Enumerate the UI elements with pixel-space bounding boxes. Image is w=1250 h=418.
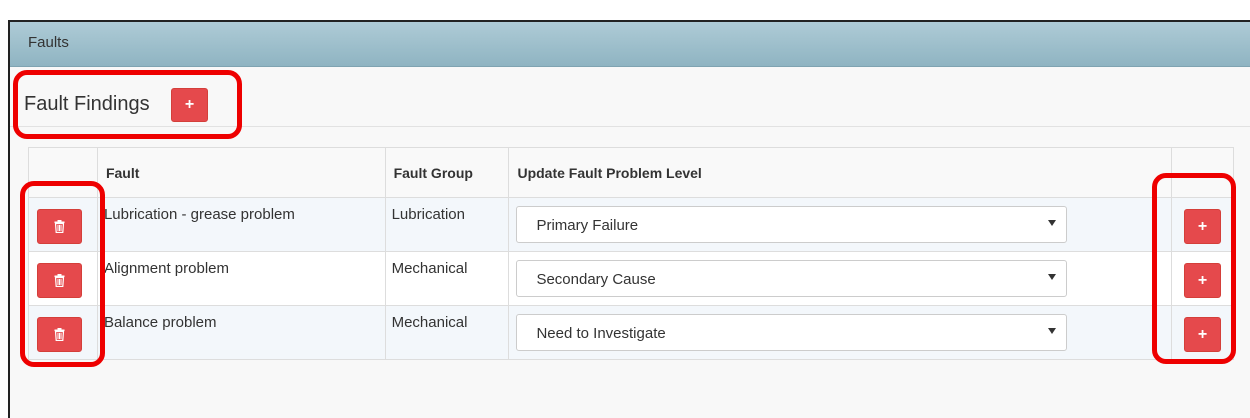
- table-row: Balance problem Mechanical Need to Inves…: [28, 305, 1234, 360]
- header-problem-level: Update Fault Problem Level: [508, 147, 1173, 198]
- problem-level-select[interactable]: Secondary Cause: [516, 260, 1068, 297]
- fault-group: Lubrication: [391, 206, 465, 223]
- table-row: Alignment problem Mechanical Secondary C…: [28, 251, 1234, 306]
- panel-title: Faults: [28, 34, 69, 51]
- highlight-add-column: [1152, 173, 1236, 364]
- fault-cell: Balance problem: [96, 305, 386, 360]
- fault-group-cell: Mechanical: [384, 251, 510, 306]
- fault-name: Alignment problem: [103, 260, 229, 277]
- problem-level-cell: Need to Investigate: [508, 305, 1173, 360]
- chevron-down-icon: [1048, 328, 1057, 334]
- fault-cell: Alignment problem: [96, 251, 386, 306]
- highlight-delete-column: [20, 181, 105, 367]
- highlight-title: [13, 70, 242, 139]
- problem-level-value: Secondary Cause: [536, 271, 656, 288]
- table-row: Lubrication - grease problem Lubrication…: [28, 197, 1234, 252]
- header-fault-group: Fault Group: [384, 147, 510, 198]
- problem-level-select[interactable]: Need to Investigate: [516, 314, 1068, 351]
- chevron-down-icon: [1048, 274, 1057, 280]
- header-fault: Fault: [96, 147, 386, 198]
- problem-level-value: Primary Failure: [536, 217, 639, 234]
- fault-name: Balance problem: [103, 314, 217, 331]
- fault-group: Mechanical: [391, 260, 468, 277]
- chevron-down-icon: [1048, 220, 1057, 226]
- fault-group-cell: Lubrication: [384, 197, 510, 252]
- fault-cell: Lubrication - grease problem: [96, 197, 386, 252]
- fault-group: Mechanical: [391, 314, 468, 331]
- problem-level-cell: Secondary Cause: [508, 251, 1173, 306]
- fault-name: Lubrication - grease problem: [103, 206, 295, 223]
- table-header-row: Fault Fault Group Update Fault Problem L…: [28, 147, 1234, 198]
- panel-header: Faults: [10, 22, 1250, 67]
- problem-level-select[interactable]: Primary Failure: [516, 206, 1068, 243]
- problem-level-cell: Primary Failure: [508, 197, 1173, 252]
- problem-level-value: Need to Investigate: [536, 325, 666, 342]
- faults-table: Fault Fault Group Update Fault Problem L…: [28, 147, 1234, 360]
- fault-group-cell: Mechanical: [384, 305, 510, 360]
